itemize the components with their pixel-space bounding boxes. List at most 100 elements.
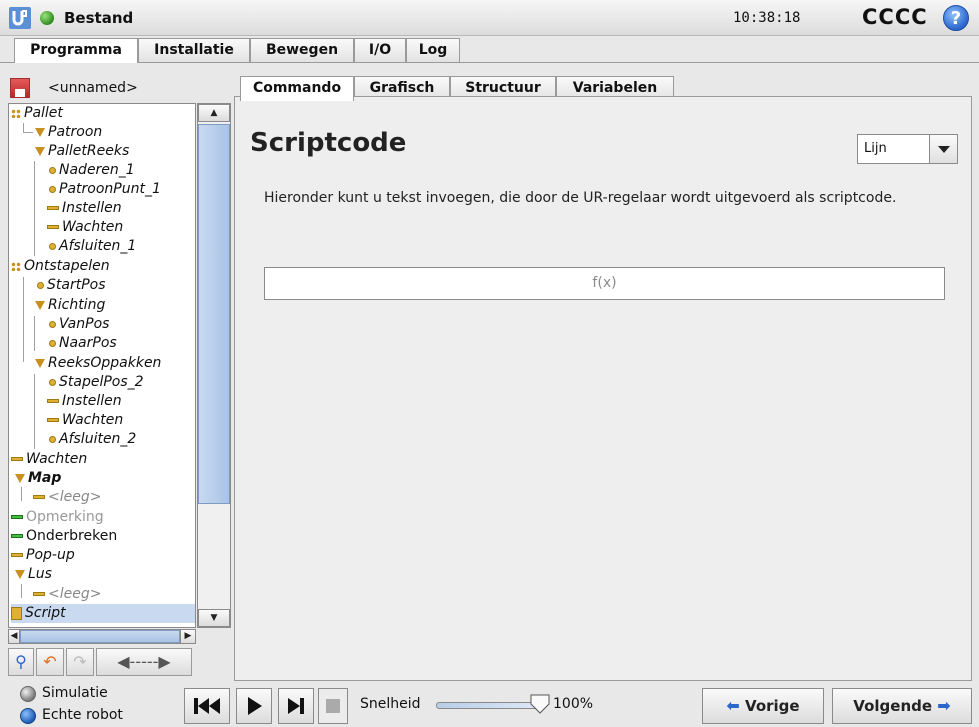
page-title: Scriptcode — [250, 128, 407, 158]
tree-node-instellen[interactable]: Instellen — [47, 199, 122, 218]
tree-node-instellen-2[interactable]: Instellen — [47, 392, 122, 411]
tree-node-naderen-1[interactable]: Naderen_1 — [49, 161, 135, 180]
redo-icon[interactable]: ↷ — [66, 648, 94, 676]
action-icon — [47, 225, 59, 229]
tree-node-pop-up[interactable]: Pop-up — [11, 546, 75, 565]
triangle-icon — [35, 146, 45, 156]
script-icon — [11, 606, 22, 620]
tree-node-reeksoppakken[interactable]: ReeksOppakken — [23, 354, 161, 373]
tree-node-leeg[interactable]: <leeg> — [33, 488, 101, 507]
script-mode-value: Lijn — [864, 141, 887, 156]
search-icon[interactable]: ⚲ — [8, 648, 34, 676]
next-button[interactable]: Volgende ➡ — [832, 688, 972, 724]
tab-installatie[interactable]: Installatie — [138, 38, 250, 62]
waypoint-icon — [49, 185, 56, 193]
script-code-input[interactable]: f(x) — [264, 267, 945, 300]
speed-slider[interactable] — [436, 702, 540, 709]
tab-programma[interactable]: Programma — [14, 38, 138, 63]
tree-node-leeg-2[interactable]: <leeg> — [33, 585, 101, 604]
tree-node-richting[interactable]: Richting — [23, 296, 105, 315]
tree-node-wachten-3[interactable]: Wachten — [11, 450, 87, 469]
triangle-icon — [35, 127, 45, 137]
real-robot-label: Echte robot — [42, 707, 123, 723]
tree-node-wachten[interactable]: Wachten — [47, 218, 123, 237]
triangle-icon — [35, 300, 45, 310]
program-tree[interactable]: Pallet Patroon PalletReeks Naderen_1 Pat… — [8, 103, 196, 628]
clock: 10:38:18 — [733, 10, 801, 26]
tree-node-vanpos[interactable]: VanPos — [49, 315, 109, 334]
real-robot-radio[interactable] — [20, 708, 36, 724]
simulation-label: Simulatie — [42, 685, 108, 701]
status-icon — [40, 11, 54, 25]
tree-node-lus[interactable]: Lus — [15, 565, 52, 584]
pallet-icon — [11, 108, 21, 118]
tree-node-afsluiten-2[interactable]: Afsluiten_2 — [49, 430, 136, 449]
action-icon — [47, 206, 59, 210]
action-icon — [11, 553, 23, 557]
waypoint-icon — [37, 281, 44, 289]
previous-button[interactable]: ⬅ Vorige — [702, 688, 824, 724]
tab-log[interactable]: Log — [406, 38, 460, 62]
rewind-icon — [194, 698, 220, 714]
tree-node-opmerking[interactable]: Opmerking — [11, 508, 104, 527]
tree-node-ontstapelen[interactable]: Ontstapelen — [11, 257, 110, 276]
tab-bewegen[interactable]: Bewegen — [250, 38, 354, 62]
triangle-icon — [15, 569, 25, 579]
tree-node-startpos[interactable]: StartPos — [37, 276, 106, 295]
tree-node-palletreeks[interactable]: PalletReeks — [23, 142, 129, 161]
step-icon — [288, 698, 304, 714]
tree-node-pallet[interactable]: Pallet — [11, 104, 63, 123]
waypoint-icon — [49, 320, 56, 328]
save-icon[interactable] — [10, 78, 30, 98]
halt-icon — [11, 534, 23, 538]
tab-row-divider — [0, 62, 979, 63]
script-description: Hieronder kunt u tekst invoegen, die doo… — [264, 190, 897, 206]
scroll-left-button[interactable]: ◀ — [8, 629, 20, 644]
tree-node-script[interactable]: Script — [11, 604, 195, 623]
tree-node-wachten-2[interactable]: Wachten — [47, 411, 123, 430]
tree-node-onderbreken[interactable]: Onderbreken — [11, 527, 117, 546]
undo-icon[interactable]: ↶ — [36, 648, 64, 676]
arrow-right-icon: ➡ — [937, 696, 951, 715]
tree-node-map[interactable]: Map — [15, 469, 61, 488]
play-icon — [248, 697, 262, 715]
stop-icon — [326, 699, 340, 713]
tab-io[interactable]: I/O — [354, 38, 406, 62]
file-menu-title[interactable]: Bestand — [64, 9, 133, 27]
step-button[interactable] — [278, 688, 314, 724]
waypoint-icon — [49, 166, 56, 174]
scroll-up-button[interactable]: ▲ — [198, 104, 230, 122]
ur-logo-icon[interactable] — [8, 6, 32, 30]
tree-node-patroonpunt-1[interactable]: PatroonPunt_1 — [49, 180, 161, 199]
rewind-button[interactable] — [184, 688, 230, 724]
robot-name: CCCC — [862, 5, 928, 29]
speed-slider-handle[interactable] — [529, 694, 551, 714]
tree-node-patroon[interactable]: Patroon — [35, 123, 102, 142]
speed-value: 100% — [553, 696, 594, 712]
action-icon — [47, 399, 59, 403]
stop-button[interactable] — [318, 688, 348, 724]
tab-commando[interactable]: Commando — [240, 76, 354, 101]
tree-hscroll-thumb[interactable] — [20, 630, 180, 643]
arrow-left-icon: ⬅ — [726, 696, 740, 715]
action-icon — [33, 592, 45, 596]
tree-node-stapelpos-2[interactable]: StapelPos_2 — [49, 373, 144, 392]
play-button[interactable] — [236, 688, 272, 724]
scroll-down-button[interactable]: ▼ — [198, 609, 230, 627]
waypoint-icon — [49, 339, 56, 347]
program-filename: <unnamed> — [48, 80, 138, 96]
action-icon — [33, 495, 45, 499]
title-bar — [0, 0, 979, 36]
question-icon[interactable]: ? — [943, 5, 969, 31]
tree-node-naarpos[interactable]: NaarPos — [49, 334, 117, 353]
scroll-right-button[interactable]: ▶ — [180, 629, 196, 644]
speed-label: Snelheid — [360, 696, 421, 712]
tree-scroll-thumb[interactable] — [198, 124, 230, 504]
triangle-icon — [35, 358, 45, 368]
chevron-down-icon[interactable] — [929, 135, 957, 163]
tree-node-afsluiten-1[interactable]: Afsluiten_1 — [49, 237, 136, 256]
move-node-icon[interactable]: ◀-----▶ — [96, 648, 192, 676]
comment-icon — [11, 515, 23, 519]
pallet-icon — [11, 261, 21, 271]
simulation-radio[interactable] — [20, 686, 36, 702]
